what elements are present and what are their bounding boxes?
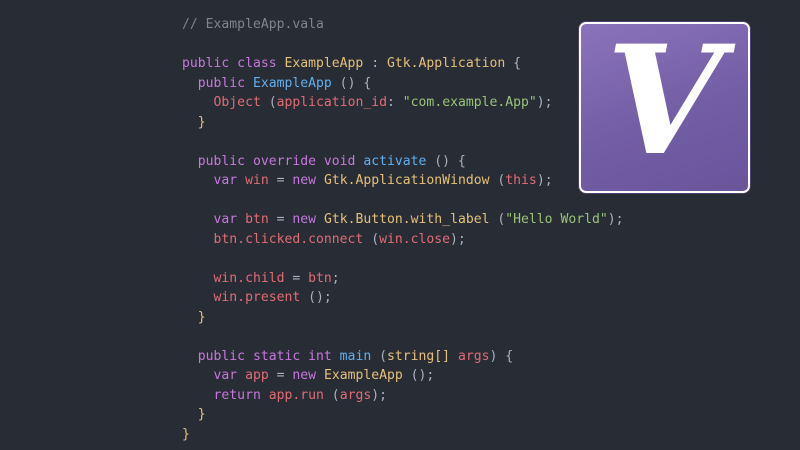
code-token: ; (331, 270, 340, 286)
code-token: app (245, 368, 269, 383)
code-token: win.child (182, 270, 285, 286)
code-screenshot: // ExampleApp.vala public class ExampleAp… (0, 0, 800, 450)
code-token: public override void (182, 153, 364, 169)
code-token: { (505, 56, 522, 71)
code-token: win (245, 173, 269, 188)
code-token: ( (323, 387, 340, 403)
code-token: (); (402, 368, 435, 383)
code-token: btn.clicked.connect (182, 231, 364, 247)
code-line: public class ExampleApp : Gtk.Applicatio… (182, 54, 624, 74)
code-token: this (505, 173, 537, 188)
code-token: "com.example.App" (402, 95, 537, 110)
code-token: = (268, 368, 293, 383)
code-line: } (182, 425, 624, 445)
code-token: main (339, 348, 372, 364)
code-token: } (182, 407, 206, 422)
code-line: win.present (); (182, 288, 624, 308)
code-token: ); (536, 173, 553, 188)
code-token: var (182, 173, 246, 188)
code-token: ) { (489, 348, 514, 364)
code-token: ( (363, 231, 380, 247)
code-token: return (182, 387, 269, 403)
code-token: ( (260, 95, 277, 110)
code-token: : (387, 95, 403, 110)
code-token: Object (182, 95, 261, 110)
code-line: public static int main (string[] args) { (182, 347, 624, 367)
code-token: activate (363, 153, 427, 169)
code-line: } (182, 405, 624, 425)
code-token: public static int (182, 348, 340, 364)
code-block: // ExampleApp.vala public class ExampleAp… (182, 15, 624, 444)
code-line: var app = new ExampleApp (); (182, 366, 624, 386)
code-token: : (363, 56, 387, 71)
code-token: btn (308, 270, 332, 286)
code-token: } (182, 114, 206, 130)
code-token: = (268, 173, 293, 188)
code-line: public override void activate () { (182, 152, 624, 172)
code-token: // ExampleApp.vala (182, 17, 324, 32)
code-token: ); (371, 387, 388, 403)
code-token: "Hello World" (505, 212, 608, 227)
code-token: ); (607, 212, 624, 227)
code-token: new (292, 368, 324, 383)
code-token: string[] (387, 348, 451, 364)
code-token: } (182, 309, 206, 325)
code-line: } (182, 308, 624, 328)
code-token: } (182, 426, 190, 442)
code-token: new (292, 212, 324, 227)
code-token: win.close (379, 231, 451, 247)
code-token: public (182, 75, 253, 91)
code-line: var win = new Gtk.ApplicationWindow (thi… (182, 171, 624, 191)
code-token: ); (450, 231, 466, 247)
code-token: ExampleApp (252, 75, 332, 91)
code-token: = (268, 212, 293, 227)
code-token: ); (536, 95, 553, 110)
code-token: args (339, 387, 372, 403)
code-line: var btn = new Gtk.Button.with_label ("He… (182, 210, 624, 230)
code-token: var (182, 212, 246, 227)
code-line: Object (application_id: "com.example.App… (182, 93, 624, 113)
code-token: Gtk.Application (386, 56, 506, 71)
code-token: app.run (268, 387, 324, 403)
code-token: (); (300, 290, 332, 305)
code-token: Gtk.ApplicationWindow (323, 173, 490, 188)
code-line: public ExampleApp () { (182, 74, 624, 94)
code-token: ( (489, 173, 506, 188)
code-token: win.present (182, 290, 301, 305)
code-token: ExampleApp (323, 368, 403, 383)
code-token: new (292, 173, 324, 188)
code-line: // ExampleApp.vala (182, 15, 624, 35)
vala-logo: V (579, 22, 750, 193)
code-token: var (182, 368, 246, 383)
code-token: Gtk.Button.with_label (323, 212, 490, 227)
code-token: ExampleApp (284, 56, 364, 71)
vala-logo-letter: V (606, 22, 723, 189)
code-token: ( (489, 212, 506, 227)
code-token: () { (426, 153, 466, 169)
code-token: public class (182, 56, 285, 71)
code-token: ( (371, 348, 387, 364)
code-token: btn (245, 212, 269, 227)
code-line: btn.clicked.connect (win.close); (182, 230, 624, 250)
code-line: } (182, 113, 624, 133)
code-token: () { (331, 75, 372, 91)
code-line: win.child = btn; (182, 269, 624, 289)
code-line: return app.run (args); (182, 386, 624, 406)
code-token: = (284, 270, 309, 286)
code-token: args (457, 348, 490, 364)
code-token: application_id (276, 95, 387, 110)
